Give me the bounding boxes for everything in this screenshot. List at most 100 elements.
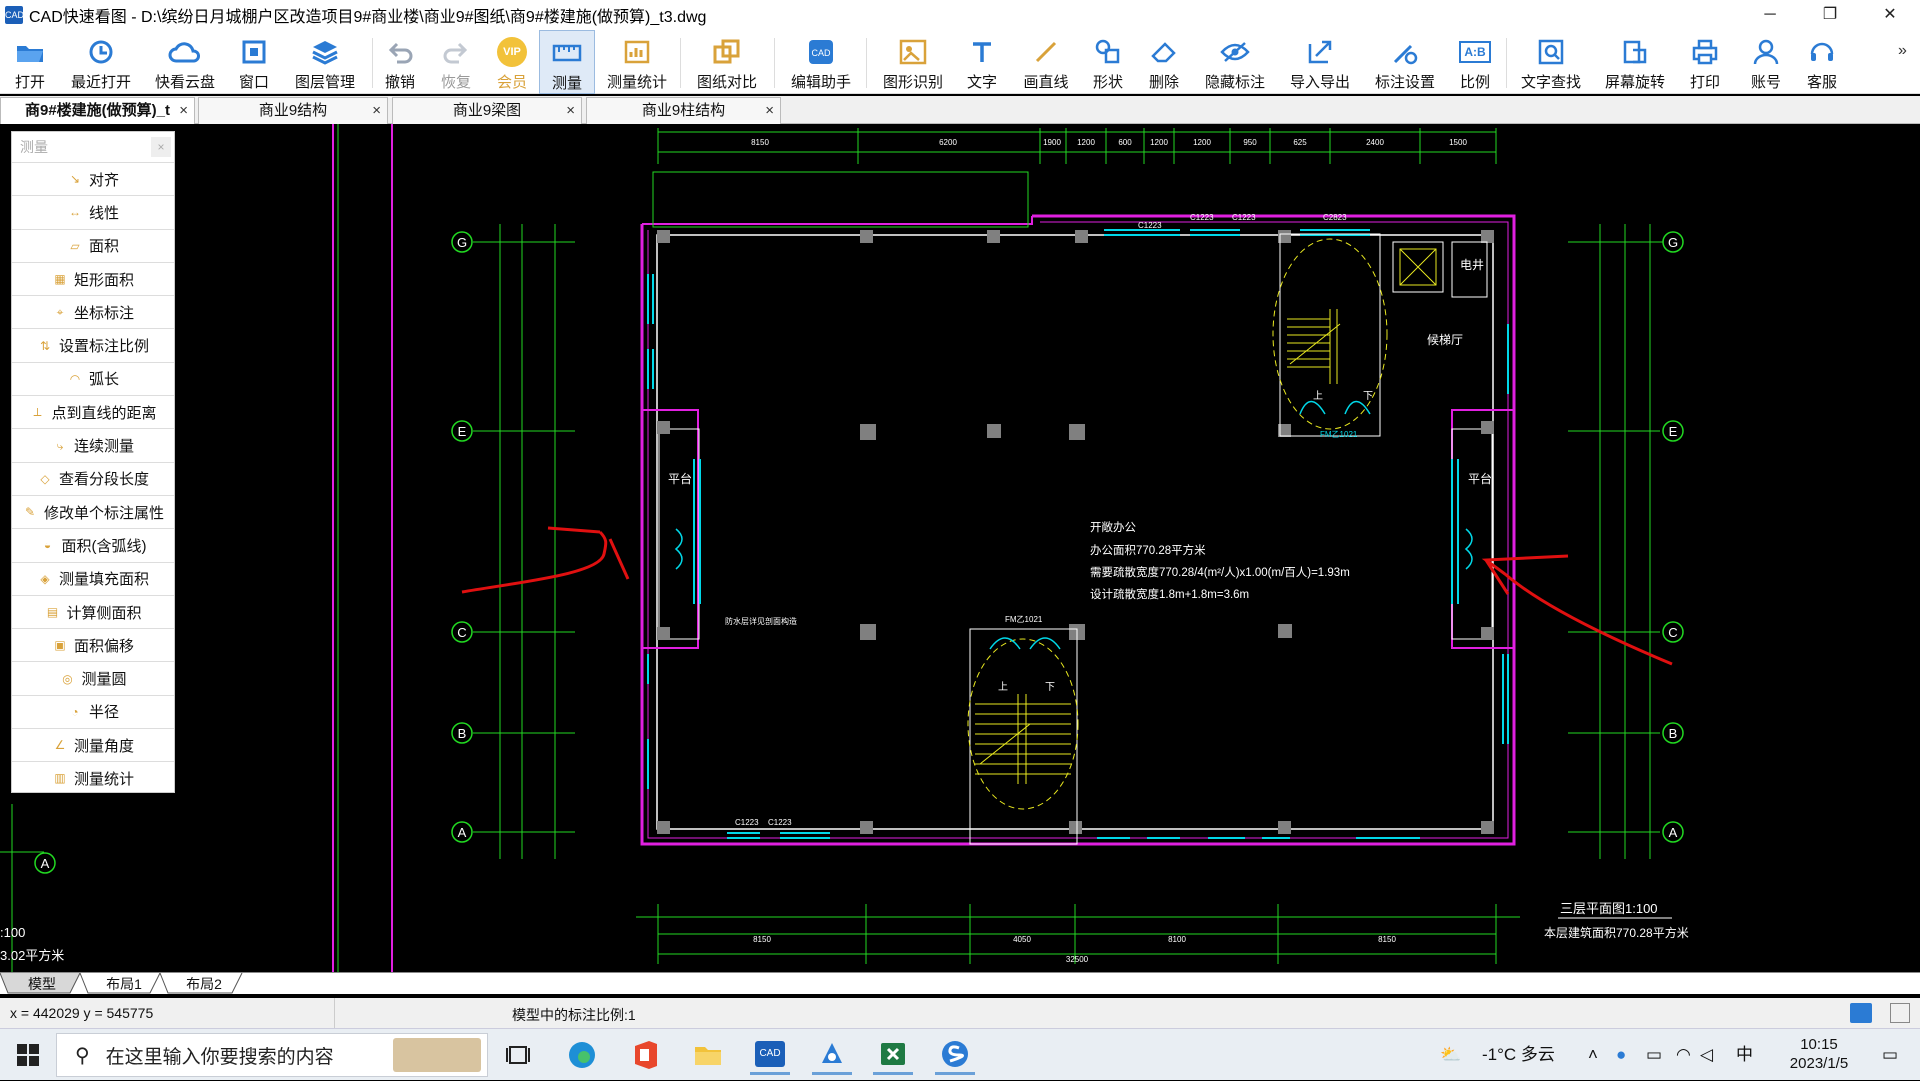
windows-start-icon[interactable]	[8, 1035, 48, 1075]
window-button[interactable]: 窗口	[234, 30, 274, 94]
tab-close-icon[interactable]: ×	[566, 98, 575, 124]
measure-circle-item[interactable]: ◎ 测量圆	[12, 661, 174, 694]
open-button[interactable]: 打开	[8, 30, 52, 94]
compare-button[interactable]: 图纸对比	[692, 30, 762, 94]
tab-beam[interactable]: 商业9梁图 ×	[392, 97, 582, 124]
notification-icon[interactable]: ▭	[1870, 1029, 1910, 1081]
cloud-disk-button[interactable]: 快看云盘	[150, 30, 220, 94]
coordinate-icon: ⌖	[56, 305, 64, 320]
rotate-screen-button[interactable]: 屏幕旋转	[1600, 30, 1670, 94]
redo-button[interactable]: 恢复	[436, 30, 476, 94]
measure-side-area-item[interactable]: ▤ 计算侧面积	[12, 594, 174, 628]
shape-button[interactable]: 形状	[1088, 30, 1128, 94]
taskbar-search-box[interactable]: ⚲ 在这里输入你要搜索的内容	[56, 1033, 488, 1077]
edge-browser-icon[interactable]	[562, 1035, 602, 1075]
measure-coordinate-item[interactable]: ⌖ 坐标标注	[12, 295, 174, 328]
measure-area-offset-item[interactable]: ▣ 面积偏移	[12, 628, 174, 661]
tab-close-icon[interactable]: ×	[765, 98, 774, 124]
tab-building-plan[interactable]: 商9#楼建施(做预算)_t ×	[0, 97, 195, 124]
measure-fill-area-item[interactable]: ◈ 测量填充面积	[12, 561, 174, 595]
measure-segment-item[interactable]: ◇ 查看分段长度	[12, 461, 174, 495]
cad-secondary-taskbar-icon[interactable]	[812, 1035, 852, 1075]
measure-radius-item[interactable]: ◔ 半径	[12, 694, 174, 728]
maximize-button[interactable]: ❐	[1805, 0, 1855, 30]
measure-point-line-item[interactable]: ⟂ 点到直线的距离	[12, 395, 174, 428]
shape-label: 形状	[1092, 74, 1123, 91]
measure-linear-item[interactable]: ↔ 线性	[12, 195, 174, 228]
weather-text[interactable]: -1°C 多云	[1482, 1029, 1555, 1081]
tab-model[interactable]: 模型	[10, 973, 74, 995]
tray-app-icon[interactable]: ●	[1616, 1029, 1626, 1081]
recent-open-button[interactable]: 最近打开	[66, 30, 136, 94]
delete-button[interactable]: 删除	[1144, 30, 1184, 94]
undo-button[interactable]: 撤销	[380, 30, 420, 94]
measure-align-item[interactable]: ↘ 对齐	[12, 162, 174, 195]
vip-button[interactable]: VIP 会员	[492, 30, 532, 94]
tab-close-icon[interactable]: ×	[372, 98, 381, 124]
text-button[interactable]: 文字	[962, 30, 1002, 94]
measure-button[interactable]: 测量	[539, 30, 595, 94]
annotation-settings-button[interactable]: 标注设置	[1370, 30, 1440, 94]
wifi-icon[interactable]: ◠	[1676, 1029, 1691, 1081]
import-export-button[interactable]: 导入导出	[1285, 30, 1355, 94]
close-window-button[interactable]: ✕	[1865, 0, 1915, 30]
tray-expand-icon[interactable]: ˄	[1588, 1029, 1598, 1081]
measure-area-arc-item[interactable]: ◒ 面积(含弧线)	[12, 528, 174, 561]
draw-line-label: 画直线	[1023, 74, 1069, 91]
axis-bubbles-right: G E C B A	[1660, 231, 1684, 843]
browser-s-icon[interactable]	[935, 1035, 975, 1075]
task-view-icon[interactable]	[498, 1035, 538, 1075]
measure-panel-header: 测量 ×	[12, 132, 174, 162]
measure-angle-item[interactable]: ∠ 测量角度	[12, 728, 174, 761]
fullscreen-icon[interactable]	[1890, 1003, 1910, 1023]
customer-service-button[interactable]: 客服	[1802, 30, 1842, 94]
minimize-button[interactable]: ─	[1745, 0, 1795, 30]
draw-line-button[interactable]: 画直线	[1018, 30, 1074, 94]
tab-layout2[interactable]: 布局2	[172, 973, 236, 995]
stair-treads-upper	[1287, 309, 1341, 384]
file-explorer-icon[interactable]	[688, 1035, 728, 1075]
measure-statistics-item[interactable]: ▥ 测量统计	[12, 761, 174, 794]
headset-icon	[1808, 35, 1836, 69]
tab-structure[interactable]: 商业9结构 ×	[198, 97, 388, 124]
weather-icon[interactable]: ⛅	[1440, 1029, 1470, 1081]
measure-arc-length-item[interactable]: ◠ 弧长	[12, 361, 174, 395]
tab-layout1[interactable]: 布局1	[92, 973, 156, 995]
volume-icon[interactable]: ◁	[1700, 1029, 1713, 1081]
structural-columns	[657, 230, 1494, 834]
measure-rect-area-item[interactable]: ▦ 矩形面积	[12, 261, 174, 295]
shape-recognize-button[interactable]: 图形识别	[878, 30, 948, 94]
hide-annotation-button[interactable]: 隐藏标注	[1200, 30, 1270, 94]
account-button[interactable]: 账号	[1746, 30, 1786, 94]
edit-assistant-button[interactable]: CAD 编辑助手	[786, 30, 856, 94]
office-icon[interactable]	[625, 1035, 665, 1075]
snap-toggle-icon[interactable]	[1850, 1003, 1872, 1023]
measure-stats-button[interactable]: 测量统计	[604, 30, 670, 94]
measure-panel-close-button[interactable]: ×	[151, 137, 171, 157]
battery-icon[interactable]: ▭	[1646, 1029, 1662, 1081]
toolbar-overflow-button[interactable]: »	[1898, 42, 1907, 60]
axis-bubbles-left: G E C B A	[451, 231, 473, 843]
measure-area-item[interactable]: ▱ 面积	[12, 228, 174, 262]
area-offset-icon: ▣	[54, 638, 66, 653]
cad-viewer-taskbar-icon[interactable]: CAD	[750, 1035, 790, 1075]
tab-column[interactable]: 商业9柱结构 ×	[586, 97, 781, 124]
ime-indicator[interactable]: 中	[1736, 1029, 1753, 1081]
measure-modify-item[interactable]: ✎ 修改单个标注属性	[12, 494, 174, 528]
svg-text:2400: 2400	[1366, 138, 1384, 147]
scale-button[interactable]: A:B 比例	[1455, 30, 1495, 94]
tab-close-icon[interactable]: ×	[179, 98, 188, 124]
measure-set-scale-item[interactable]: ⇅ 设置标注比例	[12, 328, 174, 361]
left-area-text: 3.02平方米	[0, 948, 64, 963]
cad-drawing-canvas[interactable]: A :100 3.02平方米 8150 6200 1900 1200 600 1…	[0, 124, 1920, 972]
clock[interactable]: 10:15 2023/1/5	[1774, 1035, 1864, 1073]
svg-text:4050: 4050	[1013, 935, 1031, 944]
svg-text:C: C	[1668, 625, 1677, 640]
layer-manager-button[interactable]: 图层管理	[290, 30, 360, 94]
excel-icon[interactable]	[873, 1035, 913, 1075]
text-search-button[interactable]: 文字查找	[1516, 30, 1586, 94]
measure-continuous-item[interactable]: ⤷ 连续测量	[12, 428, 174, 461]
print-button[interactable]: 打印	[1685, 30, 1725, 94]
svg-text:设计疏散宽度1.8m+1.8m=3.6m: 设计疏散宽度1.8m+1.8m=3.6m	[1090, 587, 1249, 601]
axis-bubble-left-a: A	[34, 852, 56, 874]
